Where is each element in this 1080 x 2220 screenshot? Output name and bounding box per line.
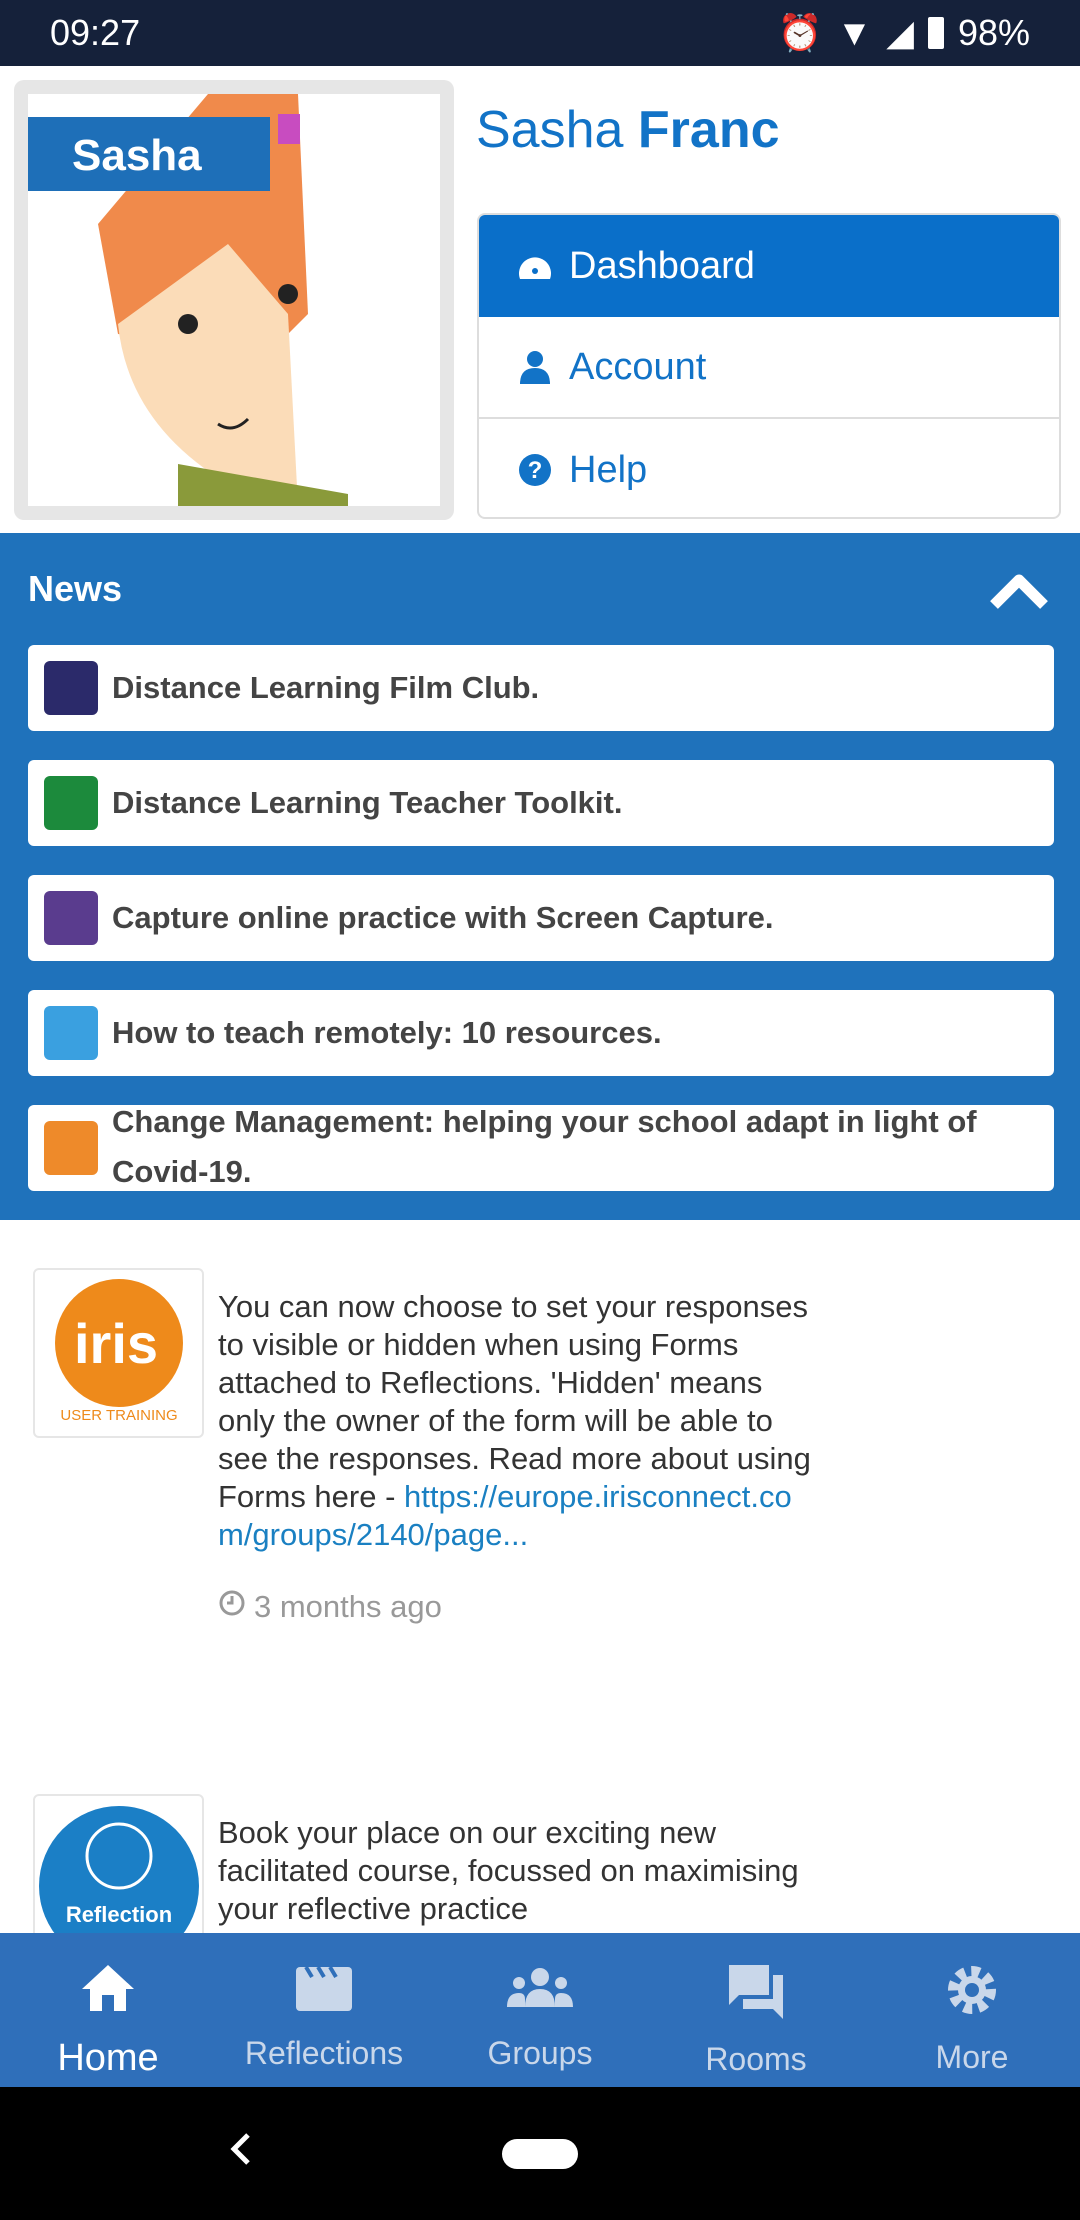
news-thumbnail <box>44 1121 98 1175</box>
news-item[interactable]: Distance Learning Teacher Toolkit. <box>28 760 1054 846</box>
user-name: Sasha Franc <box>476 101 780 159</box>
svg-text:Reflection: Reflection <box>65 1902 171 1927</box>
news-item[interactable]: Distance Learning Film Club. <box>28 645 1054 731</box>
wifi-icon: ▼ <box>836 12 873 53</box>
menu-item-account[interactable]: Account <box>479 317 1059 419</box>
nav-groups[interactable]: Groups <box>432 1933 648 2087</box>
question-circle-icon: ? <box>517 454 553 486</box>
profile-menu: Dashboard Account ? Help <box>477 213 1061 519</box>
svg-text:?: ? <box>528 457 543 484</box>
news-thumbnail <box>44 1006 98 1060</box>
battery-icon <box>927 17 944 49</box>
svg-text:iris: iris <box>73 1312 157 1375</box>
news-thumbnail <box>44 776 98 830</box>
battery-level: 98% <box>957 12 1030 53</box>
clock-icon <box>218 1588 246 1626</box>
post-timestamp: 3 months ago <box>218 1588 818 1626</box>
home-icon <box>80 1963 136 2023</box>
system-nav-bar <box>0 2087 1080 2220</box>
menu-item-dashboard[interactable]: Dashboard <box>479 215 1059 317</box>
iris-training-logo: iris USER TRAINING <box>33 1268 204 1438</box>
nav-rooms[interactable]: Rooms <box>648 1933 864 2087</box>
news-item[interactable]: Capture online practice with Screen Capt… <box>28 875 1054 961</box>
news-item[interactable]: Change Management: helping your school a… <box>28 1104 1054 1191</box>
clock: 09:27 <box>50 12 141 53</box>
menu-item-help[interactable]: ? Help <box>479 419 1059 517</box>
dashboard-icon <box>517 251 553 281</box>
chat-icon <box>727 1963 785 2027</box>
svg-text:USER TRAINING: USER TRAINING <box>60 1407 177 1424</box>
avatar-name-tag: Sasha <box>28 117 270 191</box>
back-icon[interactable] <box>226 2129 256 2174</box>
bottom-nav: Home Reflections Groups Rooms More <box>0 1933 1080 2087</box>
news-section: News Distance Learning Film Club. Distan… <box>0 533 1080 1220</box>
user-icon <box>517 350 553 384</box>
signal-icon: ◢ <box>886 12 914 53</box>
nav-more[interactable]: More <box>864 1933 1080 2087</box>
news-thumbnail <box>44 891 98 945</box>
users-icon <box>507 1963 573 2021</box>
status-bar: 09:27 ⏰ ▼ ◢ 98% <box>0 0 1080 66</box>
news-thumbnail <box>44 661 98 715</box>
post-text: Book your place on our exciting new faci… <box>218 1815 799 1926</box>
nav-home[interactable]: Home <box>0 1933 216 2087</box>
news-title: News <box>28 568 123 609</box>
clapperboard-icon <box>296 1963 352 2021</box>
news-item[interactable]: How to teach remotely: 10 resources. <box>28 990 1054 1076</box>
chevron-up-icon[interactable] <box>988 571 1050 616</box>
alarm-icon: ⏰ <box>777 12 823 53</box>
home-pill[interactable] <box>502 2139 578 2169</box>
avatar[interactable]: Sasha <box>14 80 454 520</box>
nav-reflections[interactable]: Reflections <box>216 1933 432 2087</box>
gear-icon <box>945 1963 999 2025</box>
